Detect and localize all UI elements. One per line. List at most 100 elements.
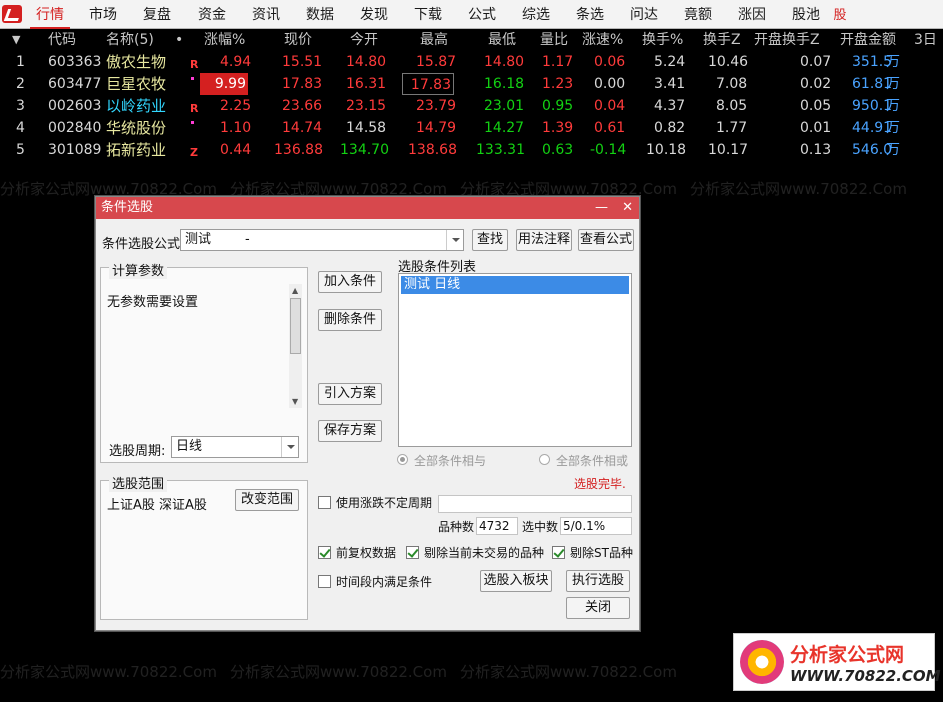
menu-item-discover[interactable]: 发现 [354, 0, 394, 29]
minimize-icon[interactable]: — [595, 200, 608, 215]
import-plan-button[interactable]: 引入方案 [318, 383, 382, 405]
table-row[interactable]: 1 603363 傲农生物 R 4.94 15.51 14.80 15.87 1… [0, 51, 943, 73]
header-high[interactable]: 最高 [420, 29, 448, 51]
header-vol-ratio[interactable]: 量比 [540, 29, 568, 51]
change-range-button[interactable]: 改变范围 [235, 489, 299, 511]
adjusted-data-label: 前复权数据 [336, 546, 397, 560]
period-select[interactable]: 日线 [171, 436, 299, 458]
row-turnover-z: 1.77 [716, 120, 748, 136]
range-group-title: 选股范围 [109, 473, 168, 492]
formula-select[interactable]: 测试 - [180, 229, 464, 251]
row-price: 15.51 [282, 54, 323, 70]
radio-all-or[interactable] [539, 454, 550, 465]
scroll-up-icon[interactable]: ▲ [292, 286, 298, 295]
menu-item-funds[interactable]: 资金 [192, 0, 232, 29]
save-plan-button[interactable]: 保存方案 [318, 420, 382, 442]
header-code[interactable]: 代码 [48, 29, 76, 51]
row-turnover: 10.18 [646, 142, 687, 158]
chevron-down-icon[interactable] [446, 230, 463, 250]
menu-item-market[interactable]: 市场 [83, 0, 123, 29]
site-logo: 分析家公式网 WWW.70822.COM [733, 633, 941, 691]
scroll-down-icon[interactable]: ▼ [292, 397, 298, 406]
menu-item-stock-pool[interactable]: 股池 [786, 0, 826, 29]
header-change-pct[interactable]: 涨幅% [204, 29, 245, 51]
exclude-untraded-label: 剔除当前未交易的品种 [424, 546, 545, 560]
header-dot: • [175, 32, 184, 48]
radio-all-or-label: 全部条件相或 [556, 454, 629, 468]
view-formula-button[interactable]: 查看公式 [578, 229, 634, 251]
row-index: 3 [16, 98, 25, 114]
row-change-pct: 1.10 [220, 120, 252, 136]
row-price: 17.83 [282, 76, 323, 92]
table-row[interactable]: 5 301089 拓新药业 Z 0.44 136.88 134.70 138.6… [0, 139, 943, 161]
header-open[interactable]: 今开 [350, 29, 378, 51]
table-row[interactable]: 2 603477 巨星农牧 9.99 17.83 16.31 17.83 16.… [0, 73, 943, 95]
find-button[interactable]: 查找 [472, 229, 508, 251]
dialog-title[interactable]: 条件选股 [96, 197, 639, 219]
uncertain-period-input[interactable] [438, 495, 632, 513]
sort-indicator-icon[interactable]: ▼ [12, 29, 20, 51]
adjusted-data-checkbox[interactable] [318, 546, 331, 559]
delete-condition-button[interactable]: 删除条件 [318, 309, 382, 331]
header-speed[interactable]: 涨速% [582, 29, 623, 51]
exclude-st-checkbox[interactable] [552, 546, 565, 559]
table-row[interactable]: 4 002840 华统股份 1.10 14.74 14.58 14.79 14.… [0, 117, 943, 139]
stock-screening-dialog: 条件选股 — ✕ 条件选股公式 测试 - 查找 用法注释 查看公式 计算参数 无… [95, 196, 640, 631]
menu-item-ask[interactable]: 问达 [624, 0, 664, 29]
menu-item-conditional[interactable]: 条选 [570, 0, 610, 29]
close-button[interactable]: 关闭 [566, 597, 630, 619]
row-name: 巨星农牧 [106, 75, 167, 93]
row-code: 603363 [48, 54, 102, 70]
run-screening-button[interactable]: 执行选股 [566, 570, 630, 592]
add-to-block-button[interactable]: 选股入板块 [480, 570, 552, 592]
menu-item-download[interactable]: 下载 [408, 0, 448, 29]
row-speed: 0.00 [594, 76, 626, 92]
row-code: 002840 [48, 120, 102, 136]
header-low[interactable]: 最低 [488, 29, 516, 51]
list-item[interactable]: 测试 日线 [401, 276, 629, 294]
menu-item-stock[interactable]: 股 [830, 0, 850, 29]
row-name: 拓新药业 [106, 141, 167, 159]
header-3day[interactable]: 3日 [914, 29, 937, 51]
app-logo-icon[interactable] [2, 5, 22, 23]
menu-item-review[interactable]: 复盘 [137, 0, 177, 29]
menu-item-data[interactable]: 数据 [300, 0, 340, 29]
table-row[interactable]: 3 002603 以岭药业 R 2.25 23.66 23.15 23.79 2… [0, 95, 943, 117]
add-condition-button[interactable]: 加入条件 [318, 271, 382, 293]
exclude-untraded-checkbox[interactable] [406, 546, 419, 559]
period-satisfy-label: 时间段内满足条件 [336, 575, 433, 589]
row-index: 4 [16, 120, 25, 136]
params-scrollbar[interactable]: ▲ ▼ [289, 284, 302, 408]
menu-item-rise-reason[interactable]: 涨因 [732, 0, 772, 29]
row-turnover: 4.37 [654, 98, 686, 114]
row-low: 23.01 [484, 98, 525, 114]
header-price[interactable]: 现价 [284, 29, 312, 51]
close-icon[interactable]: ✕ [622, 200, 633, 215]
header-open-turnover-z[interactable]: 开盘换手Z [754, 29, 820, 51]
menu-item-quotes[interactable]: 行情 [30, 0, 70, 29]
menu-item-news[interactable]: 资讯 [246, 0, 286, 29]
uncertain-period-checkbox[interactable] [318, 496, 331, 509]
chevron-down-icon[interactable] [281, 437, 298, 457]
period-satisfy-checkbox[interactable] [318, 575, 331, 588]
menu-item-formula[interactable]: 公式 [462, 0, 502, 29]
period-label: 选股周期: [109, 444, 166, 459]
header-name[interactable]: 名称(5) [106, 29, 154, 51]
row-turnover: 5.24 [654, 54, 686, 70]
condition-list[interactable]: 测试 日线 [398, 273, 632, 447]
radio-all-and[interactable] [397, 454, 408, 465]
exclude-st-label: 剔除ST品种 [570, 546, 633, 560]
usage-notes-button[interactable]: 用法注释 [516, 229, 572, 251]
row-open: 16.31 [346, 76, 387, 92]
header-turnover-z[interactable]: 换手Z [703, 29, 741, 51]
row-name: 傲农生物 [106, 53, 167, 71]
menu-item-bidding[interactable]: 竟额 [678, 0, 718, 29]
scroll-thumb[interactable] [290, 298, 301, 354]
dialog-window-controls: — ✕ [585, 197, 633, 219]
row-turnover-z: 10.46 [708, 54, 749, 70]
menu-item-composite[interactable]: 综选 [516, 0, 556, 29]
row-high: 14.79 [416, 120, 457, 136]
header-turnover[interactable]: 换手% [642, 29, 683, 51]
header-open-amount[interactable]: 开盘金额 [840, 29, 896, 51]
row-turnover-z: 7.08 [716, 76, 748, 92]
